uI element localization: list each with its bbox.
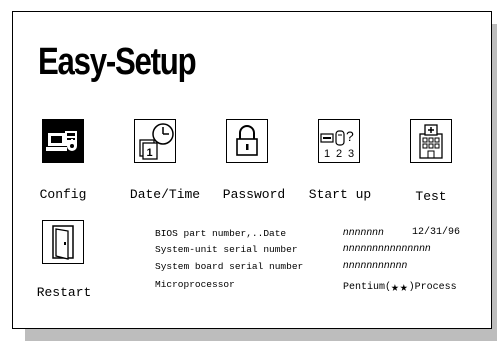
calendar-clock-icon: 1	[139, 123, 174, 160]
cpu-value: Pentium(★★)Process	[343, 278, 457, 295]
test-label: Test	[415, 189, 447, 204]
svg-text:?: ?	[346, 128, 354, 144]
board-serial-label: System board serial number	[155, 261, 304, 272]
svg-text:2: 2	[336, 148, 342, 160]
startup-devices-icon: ? 1 2 3	[320, 128, 354, 160]
password-label: Password	[222, 187, 286, 202]
bios-date: 12/31/96	[412, 227, 461, 238]
window-shadow-bottom	[25, 329, 497, 341]
start-up-button[interactable]: ? 1 2 3	[318, 119, 360, 163]
start-up-label: Start up	[308, 187, 372, 202]
cpu-value-prefix: Pentium(	[343, 282, 392, 293]
serial-label: System-unit serial number	[155, 244, 298, 255]
cpu-label: Microprocessor	[155, 279, 235, 290]
svg-text:1: 1	[324, 148, 330, 160]
bios-label: BIOS part number,..Date	[155, 228, 287, 239]
restart-button[interactable]	[42, 220, 84, 264]
config-label: Config	[39, 187, 87, 202]
padlock-icon	[236, 125, 258, 156]
door-icon	[52, 225, 74, 260]
date-time-label: Date/Time	[129, 187, 201, 202]
password-button[interactable]	[226, 119, 268, 163]
date-time-button[interactable]: 1	[134, 119, 176, 163]
hospital-test-icon	[419, 124, 443, 159]
bios-number: nnnnnnn	[343, 227, 385, 238]
page-title: Easy-Setup	[38, 41, 197, 83]
serial-value: nnnnnnnnnnnnnnn	[343, 243, 431, 254]
board-serial-value: nnnnnnnnnnn	[343, 260, 408, 271]
cpu-value-stars: ★★	[391, 280, 409, 295]
test-button[interactable]	[410, 119, 452, 163]
cpu-value-suffix: )Process	[408, 282, 457, 293]
config-button[interactable]	[42, 119, 84, 163]
svg-text:3: 3	[348, 148, 354, 160]
svg-text:1: 1	[147, 147, 153, 159]
computer-config-icon	[46, 131, 77, 151]
restart-label: Restart	[36, 285, 92, 300]
